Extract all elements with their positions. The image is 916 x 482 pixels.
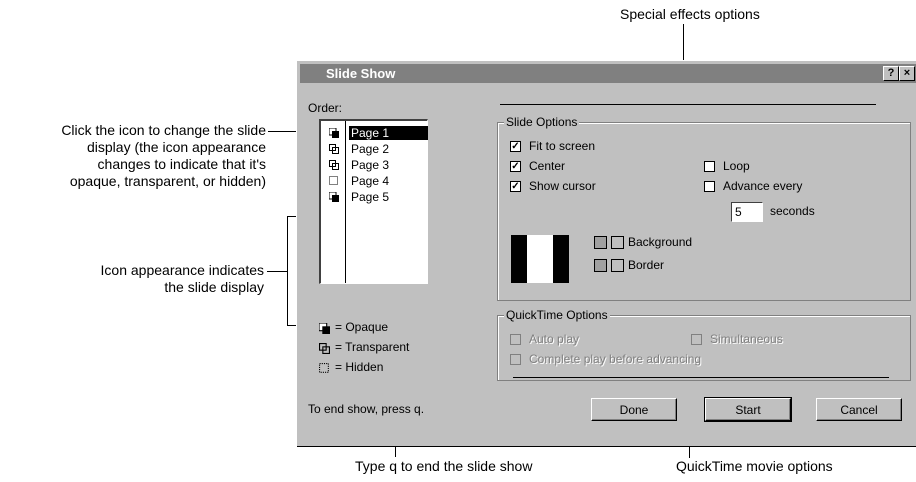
auto-play-checkbox[interactable] (510, 334, 521, 345)
legend-transparent-icon (319, 343, 330, 354)
transparent-icon[interactable] (329, 144, 339, 154)
list-item-label: Page 5 (351, 190, 390, 204)
callout-line-special-effects-h (500, 104, 876, 105)
callout-icon-appearance-line2: the slide display (164, 279, 264, 295)
quicktime-options-group: QuickTime Options Auto play Simultaneous… (497, 308, 911, 381)
end-show-hint: To end show, press q. (308, 402, 425, 416)
legend-hidden-label: = Hidden (335, 360, 384, 374)
border-pattern-icon[interactable] (611, 259, 624, 272)
start-button[interactable]: Start (704, 397, 792, 422)
show-cursor-checkbox[interactable]: ✓ (510, 181, 521, 192)
slide-show-dialog: Slide Show ? × Order: Page 1 Page 2 Page… (296, 60, 916, 446)
simultaneous-label[interactable]: Simultaneous (710, 332, 783, 346)
page-order-list[interactable]: Page 1 Page 2 Page 3 Page 4 Page 5 (319, 119, 428, 284)
list-item[interactable]: Page 5 (321, 189, 426, 205)
list-item[interactable]: Page 1 (321, 125, 428, 141)
slide-options-group: Slide Options ✓ Fit to screen ✓ Center ✓… (497, 115, 911, 301)
center-label[interactable]: Center (529, 159, 565, 173)
background-pattern-icon[interactable] (611, 236, 624, 249)
complete-play-label[interactable]: Complete play before advancing (529, 352, 701, 366)
quicktime-options-title: QuickTime Options (504, 308, 610, 322)
fit-to-screen-checkbox[interactable]: ✓ (510, 141, 521, 152)
list-item-label: Page 3 (351, 158, 390, 172)
advance-every-label[interactable]: Advance every (723, 179, 802, 193)
hidden-icon[interactable] (329, 176, 339, 186)
callout-icon-appearance-line1: Icon appearance indicates (100, 262, 264, 278)
border-label: Border (628, 258, 665, 272)
slide-options-title: Slide Options (504, 115, 580, 129)
seconds-label: seconds (770, 204, 815, 218)
callout-icon-click-line2: display (the icon appearance (86, 139, 266, 155)
auto-play-label[interactable]: Auto play (529, 332, 579, 346)
legend-hidden-icon (319, 363, 329, 373)
center-checkbox[interactable]: ✓ (510, 161, 521, 172)
callout-icon-appearance: Icon appearance indicates the slide disp… (0, 262, 264, 296)
close-button[interactable]: × (899, 66, 915, 81)
list-item-label: Page 2 (351, 142, 390, 156)
help-button[interactable]: ? (883, 66, 899, 81)
callout-icon-click-line4: opaque, transparent, or hidden) (69, 173, 266, 189)
loop-checkbox[interactable] (704, 161, 715, 172)
transparent-icon[interactable] (329, 160, 339, 170)
background-label: Background (628, 235, 693, 249)
callout-line-icon-appearance-h (267, 271, 287, 272)
dialog-title: Slide Show (326, 66, 396, 81)
callout-icon-click-line1: Click the icon to change the slide (61, 122, 266, 138)
callout-type-q: Type q to end the slide show (355, 458, 533, 474)
callout-special-effects: Special effects options (620, 6, 760, 22)
complete-play-checkbox[interactable] (510, 354, 521, 365)
callout-icon-click-line3: changes to indicate that it's (97, 156, 266, 172)
slide-preview-inner (527, 235, 553, 283)
callout-line-icon-appearance-v (287, 216, 288, 326)
seconds-input[interactable]: 5 (731, 202, 763, 222)
background-color-icon[interactable] (594, 236, 607, 249)
legend-opaque-label: = Opaque (335, 320, 389, 334)
done-button[interactable]: Done (591, 398, 677, 421)
callout-icon-click: Click the icon to change the slide displ… (0, 122, 266, 190)
cancel-button[interactable]: Cancel (816, 398, 902, 421)
list-item[interactable]: Page 4 (321, 173, 426, 189)
dialog-titlebar[interactable]: Slide Show ? × (300, 64, 916, 83)
legend-opaque-icon (319, 323, 330, 334)
opaque-icon[interactable] (329, 128, 339, 138)
callout-quicktime: QuickTime movie options (676, 458, 833, 474)
list-item-label: Page 1 (349, 126, 428, 140)
order-label: Order: (308, 101, 343, 115)
loop-label[interactable]: Loop (723, 159, 750, 173)
slide-preview (511, 235, 569, 283)
list-item-label: Page 4 (351, 174, 390, 188)
border-color-icon[interactable] (594, 259, 607, 272)
advance-every-checkbox[interactable] (704, 181, 715, 192)
simultaneous-checkbox[interactable] (691, 334, 702, 345)
list-item[interactable]: Page 2 (321, 141, 426, 157)
callout-line-quicktime-h (513, 377, 889, 378)
show-cursor-label[interactable]: Show cursor (529, 179, 596, 193)
opaque-icon[interactable] (329, 192, 339, 202)
legend-transparent-label: = Transparent (335, 340, 410, 354)
fit-to-screen-label[interactable]: Fit to screen (529, 139, 595, 153)
list-item[interactable]: Page 3 (321, 157, 426, 173)
